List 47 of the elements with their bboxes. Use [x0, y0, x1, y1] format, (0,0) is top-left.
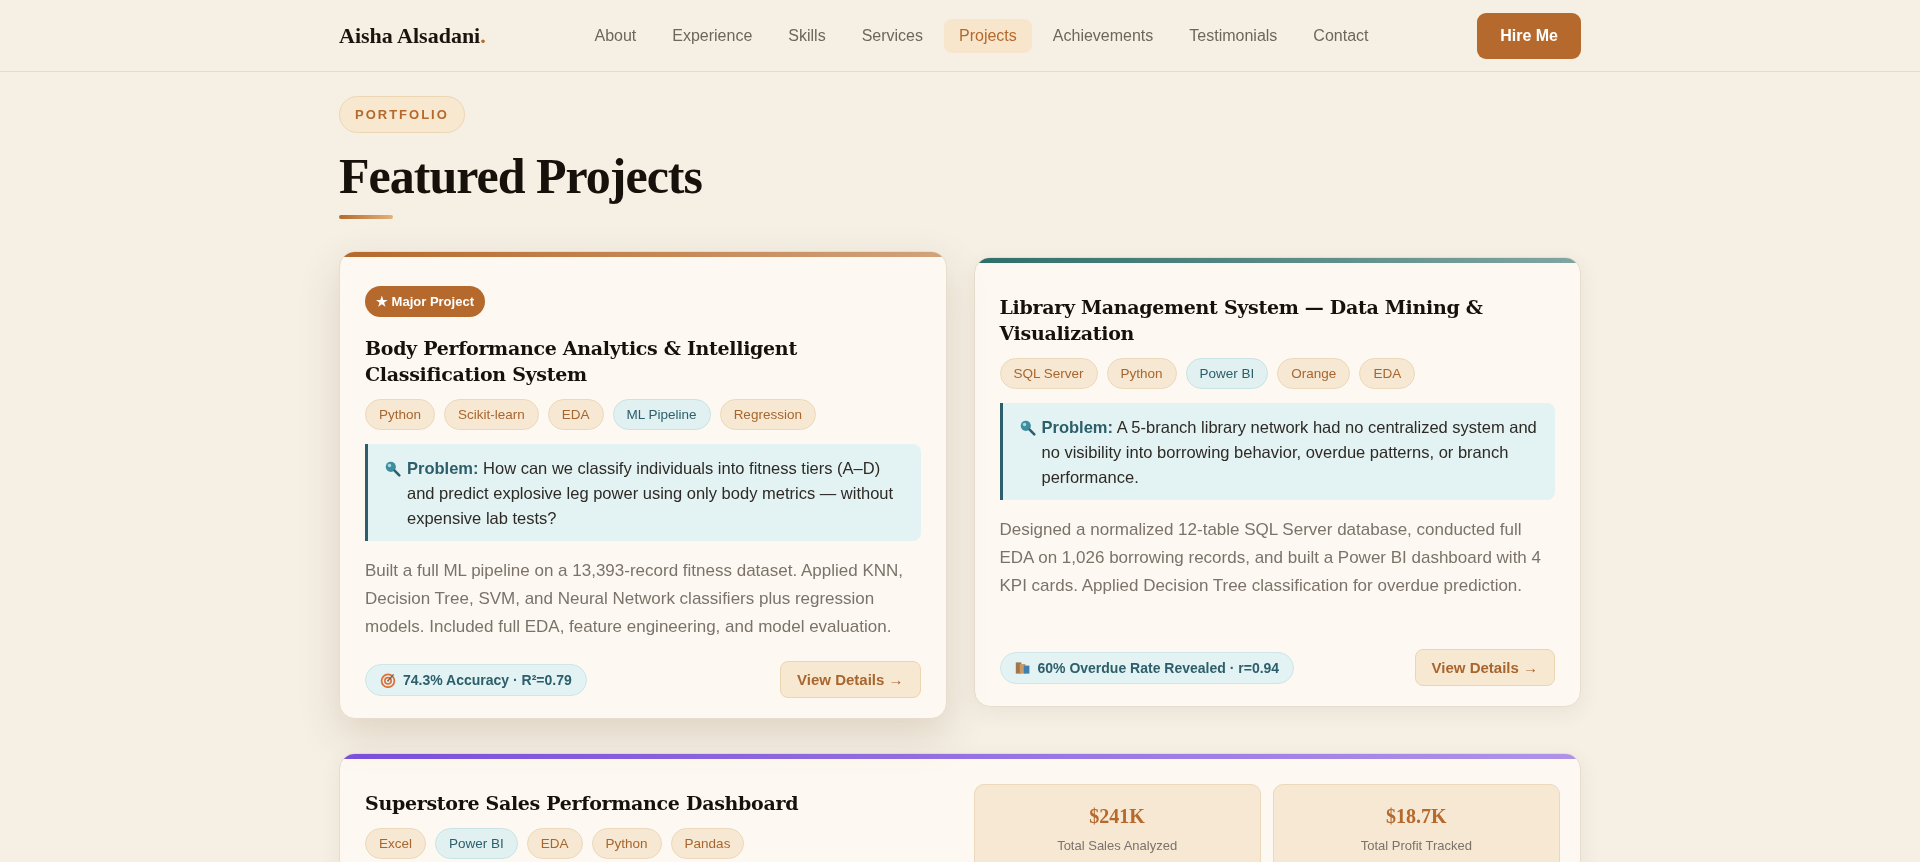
tag: Orange — [1277, 358, 1351, 389]
view-details-button[interactable]: View Details → — [780, 661, 921, 698]
tag: Python — [591, 828, 662, 859]
tag: Regression — [719, 399, 816, 430]
tag: EDA — [1359, 358, 1416, 389]
metric-badge: 74.3% Accuracy · R²=0.79 — [365, 663, 587, 696]
nav-link[interactable]: Testimonials — [1174, 18, 1293, 53]
search-icon — [1018, 419, 1036, 436]
view-details-button[interactable]: View Details → — [1414, 649, 1555, 686]
tag: EDA — [547, 399, 604, 430]
search-icon — [384, 460, 401, 477]
project-title: Body Performance Analytics & Intelligent Classification System — [365, 336, 798, 387]
section-eyebrow: PORTFOLIO — [339, 96, 465, 133]
tag: ML Pipeline — [612, 399, 711, 430]
tag: Python — [365, 399, 436, 430]
problem-text: Problem: How can we classify individuals into fitness tiers (A–D) and predict explosive leg power using only body metrics — without expensive lab tests? — [407, 458, 895, 529]
stat-value: $18.7K — [1386, 805, 1447, 828]
nav-link[interactable]: Skills — [773, 18, 841, 53]
tag: Scikit-learn — [444, 399, 539, 430]
project-badge: ★ Major Project — [365, 286, 485, 317]
hire-me-button[interactable]: Hire Me — [1477, 12, 1581, 59]
problem-text: Problem: A 5-branch library network had no centralized system and no visibility into borrowing behavior, overdue patterns, or branch performance. — [1041, 417, 1538, 488]
nav-link[interactable]: Experience — [657, 18, 768, 53]
tag: EDA — [526, 828, 583, 859]
section-title: Featured Projects — [339, 147, 703, 205]
nav-link[interactable]: Achievements — [1037, 18, 1169, 53]
books-icon — [1014, 659, 1031, 676]
nav-link[interactable]: Projects — [944, 18, 1032, 53]
nav-link[interactable]: About — [579, 18, 652, 53]
tag: SQL Server — [999, 358, 1098, 389]
nav-link[interactable]: Contact — [1298, 18, 1384, 53]
stat-label: Total Profit Tracked — [1360, 838, 1472, 853]
stat-value: $241K — [1089, 805, 1145, 828]
tag: Excel — [365, 828, 426, 859]
tag: Pandas — [670, 828, 745, 859]
nav-link[interactable]: Services — [846, 18, 938, 53]
project-description: Designed a normalized 12-table SQL Server database, conducted full EDA on 1,026 borrowing records, and built a Power BI dashboard with 4 KPI cards. Applied Decision Tree classification for overdue prediction. — [999, 519, 1542, 597]
project-description: Built a full ML pipeline on a 13,393-record fitness dataset. Applied KNN, Decision Tree, SVM, and Neural Network classifiers plus regression models. Included full EDA, feature engineering, and model evaluation. — [365, 560, 904, 638]
target-icon — [380, 671, 396, 688]
tag: Python — [1106, 358, 1177, 389]
tag: Power BI — [1185, 358, 1269, 389]
project-title: Superstore Sales Performance Dashboard — [365, 791, 800, 816]
site-logo[interactable]: Aisha Alsadani. — [339, 22, 486, 49]
stat-label: Total Sales Analyzed — [1057, 838, 1178, 853]
metric-badge: 60% Overdue Rate Revealed · r=0.94 — [999, 651, 1295, 684]
project-title: Library Management System — Data Mining & Visualization — [999, 295, 1484, 346]
tag: Power BI — [435, 828, 518, 859]
